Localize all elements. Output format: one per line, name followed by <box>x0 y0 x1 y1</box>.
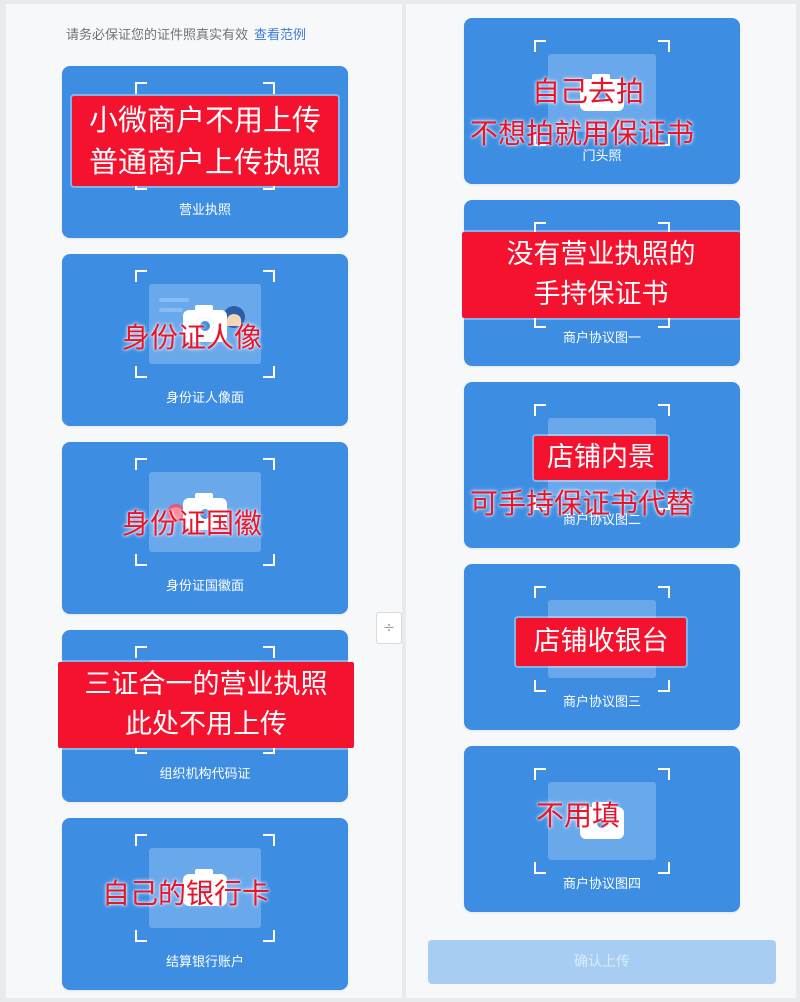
card-label: 组织机构代码证 <box>159 767 251 782</box>
split-divider-handle[interactable]: ÷ <box>376 612 402 644</box>
annotation-no-license: 没有营业执照的 手持保证书 <box>462 232 740 318</box>
card-label: 商户协议图一 <box>562 331 641 346</box>
annotation-cashier: 店铺收银台 <box>516 618 686 666</box>
annotation-storefront-1: 自己去拍 <box>532 75 645 108</box>
left-screenshot-panel: 请务必保证您的证件照真实有效 查看范例 营业执照 身份证人像面 身份证国徽面 组… <box>6 4 402 998</box>
annotation-three-in-one: 三证合一的营业执照 此处不用上传 <box>58 662 354 748</box>
card-label: 身份证人像面 <box>165 391 244 406</box>
annotation-bank-card: 自己的银行卡 <box>102 877 271 910</box>
confirm-upload-button[interactable]: 确认上传 <box>428 940 776 984</box>
annotation-interior-box: 店铺内景 <box>534 436 668 480</box>
right-screenshot-panel: 门头照 商户协议图一 商户协议图二 商户协议图三 商户协议图四 自己去拍 不想拍… <box>406 4 796 998</box>
card-label: 身份证国徽面 <box>165 579 244 594</box>
card-label: 商户协议图四 <box>562 877 641 892</box>
annotation-storefront-2: 不想拍就用保证书 <box>470 117 695 150</box>
view-example-link[interactable]: 查看范例 <box>254 28 306 43</box>
annotation-interior-text: 可手持保证书代替 <box>470 487 695 520</box>
card-label: 结算银行账户 <box>165 955 244 970</box>
notice-bar: 请务必保证您的证件照真实有效 查看范例 <box>66 24 306 43</box>
notice-text: 请务必保证您的证件照真实有效 <box>66 28 249 43</box>
annotation-id-portrait: 身份证人像 <box>122 321 263 354</box>
annotation-no-fill: 不用填 <box>536 799 621 832</box>
card-label: 商户协议图三 <box>562 695 641 710</box>
card-label: 营业执照 <box>178 203 231 218</box>
annotation-id-emblem: 身份证国徽 <box>122 507 263 540</box>
annotation-business-license: 小微商户不用上传 普通商户上传执照 <box>72 96 338 186</box>
